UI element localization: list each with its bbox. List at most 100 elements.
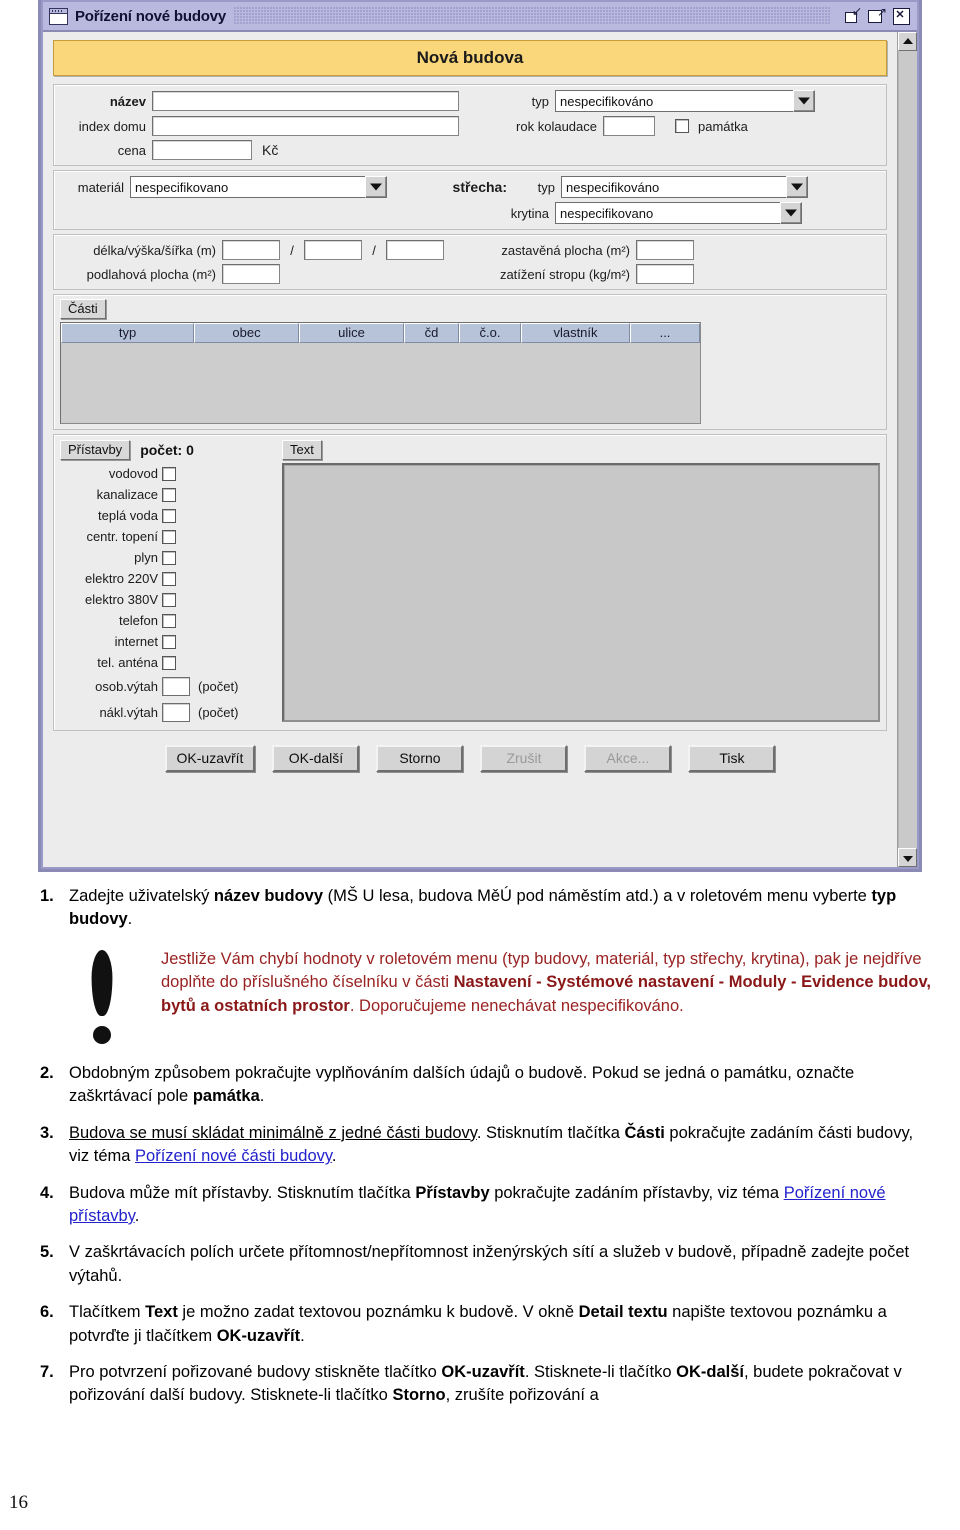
chevron-down-icon[interactable] bbox=[786, 176, 808, 198]
utility-checkbox-tepla-voda[interactable] bbox=[162, 508, 176, 523]
tisk-button[interactable]: Tisk bbox=[688, 745, 776, 772]
pamatka-label: památka bbox=[698, 118, 748, 134]
step-text-part: . bbox=[331, 1147, 337, 1166]
lift-count-hint: (počet) bbox=[198, 678, 239, 694]
scroll-up-icon[interactable] bbox=[898, 32, 917, 51]
dialog-body: Nová budova název typ nespecifikováno in… bbox=[43, 32, 917, 867]
typ-label: typ bbox=[531, 93, 549, 109]
chevron-down-icon[interactable] bbox=[780, 202, 802, 224]
nazev-label: název bbox=[109, 93, 146, 109]
zatizeni-stropu-input[interactable] bbox=[636, 264, 694, 284]
zastavena-plocha-input[interactable] bbox=[636, 240, 694, 260]
column-header-typ[interactable]: typ bbox=[61, 323, 194, 343]
material-select[interactable]: nespecifikovano bbox=[130, 176, 387, 198]
delka-input[interactable] bbox=[222, 240, 280, 260]
utility-checkbox-elektro-220v[interactable] bbox=[162, 571, 176, 586]
rok-kolaudace-label: rok kolaudace bbox=[516, 118, 597, 134]
utility-checkbox-tel-antena[interactable] bbox=[162, 655, 176, 670]
utility-label: telefon bbox=[118, 613, 158, 628]
ok-uzavrit-button[interactable]: OK-uzavřít bbox=[164, 745, 256, 772]
scrollbar-track[interactable] bbox=[898, 51, 917, 848]
row-areas: podlahová plocha (m²) zatížení stropu (k… bbox=[60, 264, 880, 284]
utility-checkbox-kanalizace[interactable] bbox=[162, 487, 176, 502]
zatizeni-stropu-label: zatížení stropu (kg/m²) bbox=[499, 266, 630, 282]
utility-checkbox-telefon[interactable] bbox=[162, 613, 176, 628]
pristavby-button[interactable]: Přístavby bbox=[60, 440, 131, 460]
sirka-input[interactable] bbox=[386, 240, 444, 260]
utility-label: vodovod bbox=[108, 466, 158, 481]
step-text-part: pokračujte zadáním přístavby, viz téma bbox=[489, 1183, 784, 1202]
chevron-down-icon[interactable] bbox=[365, 176, 387, 198]
strecha-typ-label: typ bbox=[537, 179, 555, 195]
strecha-typ-select[interactable]: nespecifikováno bbox=[561, 176, 808, 198]
osob-vytah-input[interactable] bbox=[162, 676, 190, 696]
column-header-more[interactable]: ... bbox=[630, 323, 700, 343]
application-window-screenshot: Pořízení nové budovy Nová budova název t… bbox=[38, 0, 922, 872]
step-number: 3. bbox=[40, 1123, 54, 1142]
index-domu-input[interactable] bbox=[152, 116, 459, 136]
step-text: Pro potvrzení pořizované budovy stisknět… bbox=[69, 1363, 902, 1404]
rok-kolaudace-input[interactable] bbox=[603, 116, 655, 136]
step-number: 7. bbox=[40, 1363, 54, 1382]
step-text-bold: Storno bbox=[392, 1386, 446, 1405]
parts-table-header: typ obec ulice čd č.o. vlastník ... bbox=[61, 323, 700, 343]
column-header-ulice[interactable]: ulice bbox=[299, 323, 404, 343]
callout-text: Jestliže Vám chybí hodnoty v roletovém m… bbox=[161, 948, 931, 1018]
utility-row: tel. anténa bbox=[60, 652, 278, 673]
minimize-icon[interactable] bbox=[843, 5, 863, 25]
step-text-part: je možno zadat textovou poznámku k budov… bbox=[177, 1303, 579, 1322]
parts-table-body[interactable] bbox=[61, 343, 700, 423]
step-text-part: . Stisknutím tlačítka bbox=[476, 1123, 625, 1142]
step-text-bold: OK-uzavřít bbox=[216, 1326, 301, 1345]
utility-checkbox-plyn[interactable] bbox=[162, 550, 176, 565]
maximize-icon[interactable] bbox=[867, 6, 887, 25]
casti-button[interactable]: Části bbox=[60, 299, 106, 319]
typ-select[interactable]: nespecifikováno bbox=[555, 90, 815, 112]
column-header-vlastnik[interactable]: vlastník bbox=[521, 323, 630, 343]
dialog-button-row: OK-uzavřít OK-další Storno Zrušit Akce..… bbox=[53, 745, 887, 772]
titlebar-drag-area[interactable] bbox=[234, 7, 831, 25]
link-porizeni-nove-casti-budovy[interactable]: Pořízení nové části budovy bbox=[135, 1147, 332, 1165]
utility-checkbox-vodovod[interactable] bbox=[162, 466, 176, 481]
utility-row: internet bbox=[60, 631, 278, 652]
column-header-co[interactable]: č.o. bbox=[459, 323, 521, 343]
utility-label: centr. topení bbox=[86, 529, 158, 544]
pamatka-checkbox[interactable] bbox=[675, 119, 689, 133]
utility-row: teplá voda bbox=[60, 505, 278, 526]
row-cena: cena Kč bbox=[60, 140, 880, 160]
nazev-input[interactable] bbox=[152, 91, 459, 111]
column-header-obec[interactable]: obec bbox=[194, 323, 299, 343]
step-text-part: . bbox=[127, 910, 133, 929]
row-krytina: krytina nespecifikovano bbox=[60, 202, 880, 224]
krytina-select[interactable]: nespecifikovano bbox=[555, 202, 802, 224]
nakl-vytah-input[interactable] bbox=[162, 702, 190, 722]
scroll-down-icon[interactable] bbox=[898, 848, 917, 867]
step-text-part: . bbox=[259, 1087, 265, 1106]
utility-label: elektro 220V bbox=[85, 571, 158, 586]
strecha-typ-select-value: nespecifikováno bbox=[561, 176, 786, 198]
utility-label: kanalizace bbox=[96, 487, 158, 502]
utility-checkbox-centr-topeni[interactable] bbox=[162, 529, 176, 544]
text-button[interactable]: Text bbox=[282, 440, 322, 460]
utilities-column: Přístavby počet: 0 vodovod kanalizace te… bbox=[60, 440, 278, 725]
storno-button[interactable]: Storno bbox=[376, 745, 464, 772]
chevron-down-icon[interactable] bbox=[793, 90, 815, 112]
row-index-rok: index domu rok kolaudace památka bbox=[60, 116, 880, 136]
ok-dalsi-button[interactable]: OK-další bbox=[272, 745, 360, 772]
text-note-area[interactable] bbox=[282, 463, 880, 722]
utility-checkbox-elektro-380v[interactable] bbox=[162, 592, 176, 607]
vertical-scrollbar[interactable] bbox=[897, 32, 917, 867]
utility-checkbox-internet[interactable] bbox=[162, 634, 176, 649]
close-icon[interactable] bbox=[891, 7, 911, 25]
podlahova-plocha-input[interactable] bbox=[222, 264, 280, 284]
utility-row: elektro 380V bbox=[60, 589, 278, 610]
step-text-part: Obdobným způsobem pokračujte vyplňováním… bbox=[69, 1063, 855, 1106]
step-text-bold: OK-další bbox=[676, 1363, 744, 1382]
index-domu-label: index domu bbox=[78, 118, 146, 134]
cena-input[interactable] bbox=[152, 140, 252, 160]
application-icon bbox=[49, 7, 68, 25]
column-header-cd[interactable]: čd bbox=[404, 323, 459, 343]
form-banner-title: Nová budova bbox=[53, 40, 887, 76]
vyska-input[interactable] bbox=[304, 240, 362, 260]
step-text-bold: Přístavby bbox=[415, 1183, 490, 1202]
